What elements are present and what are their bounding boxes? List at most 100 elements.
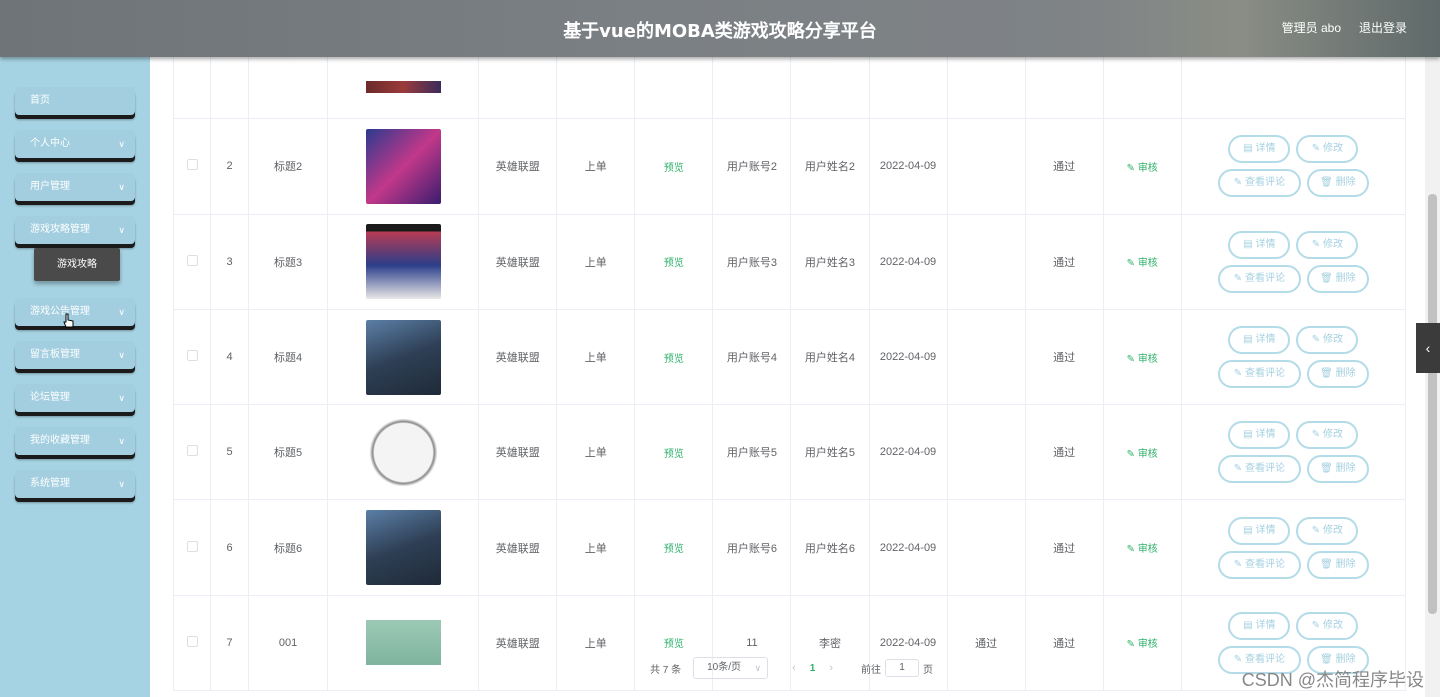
view-comments-button[interactable]: ✎ 查看评论 [1217, 264, 1301, 293]
operations-cell: ▤ 详情 ✎ 修改 ✎ 查看评论 🗑 删除 [1180, 499, 1407, 596]
preview-link[interactable]: 预览 [664, 639, 684, 650]
row-checkbox-cell [172, 308, 212, 406]
detail-button[interactable]: ▤ 详情 [1228, 421, 1291, 450]
user-name: 用户姓名4 [790, 308, 870, 406]
sidebar-item-forum-management[interactable]: 论坛管理 ∨ [15, 384, 135, 412]
sidebar: 首页 个人中心 ∨ 用户管理 ∨ 游戏攻略管理 ∨ 游戏攻略 游戏公告管理 ∨ 留言板管… [0, 57, 150, 697]
row-checkbox[interactable] [186, 254, 198, 266]
edit-icon: ✎ [1311, 238, 1323, 250]
row-checkbox[interactable] [186, 445, 198, 457]
delete-button[interactable]: 🗑 删除 [1306, 550, 1369, 579]
detail-button[interactable]: ▤ 详情 [1228, 135, 1291, 164]
delete-button[interactable]: 🗑 删除 [1306, 169, 1369, 198]
audit-cell: ✎ 审核 [1102, 594, 1182, 692]
view-comments-button[interactable]: ✎ 查看评论 [1217, 360, 1301, 389]
audit-button[interactable]: ✎ 审核 [1127, 639, 1158, 650]
document-icon: ▤ [1243, 143, 1256, 155]
sidebar-item-label: 用户管理 [30, 181, 70, 192]
audit-reply [946, 404, 1026, 501]
preview-link[interactable]: 预览 [664, 354, 684, 365]
view-comments-button[interactable]: ✎ 查看评论 [1217, 455, 1301, 484]
game-type: 英雄联盟 [478, 594, 558, 692]
page-size-value: 10条/页 [707, 662, 742, 673]
logout-link[interactable]: 退出登录 [1359, 19, 1407, 36]
row-checkbox[interactable] [186, 635, 198, 647]
edit-label: 修改 [1322, 524, 1343, 536]
audit-label: 审核 [1137, 162, 1158, 174]
view-comments-button[interactable]: ✎ 查看评论 [1217, 550, 1301, 579]
preview-link[interactable]: 预览 [664, 258, 684, 269]
preview-link[interactable]: 预览 [664, 544, 684, 555]
preview-link[interactable]: 预览 [664, 449, 684, 460]
audit-status: 通过 [1024, 308, 1104, 406]
view-comments-button[interactable]: ✎ 查看评论 [1217, 169, 1301, 198]
sidebar-item-label: 系统管理 [30, 478, 70, 489]
edit-icon: ✎ [1126, 448, 1138, 460]
row-checkbox[interactable] [186, 540, 198, 552]
edit-button[interactable]: ✎ 修改 [1296, 326, 1359, 355]
sidebar-item-user-management[interactable]: 用户管理 ∨ [15, 173, 135, 201]
sidebar-item-personal-center[interactable]: 个人中心 ∨ [15, 130, 135, 158]
sidebar-item-guide-management[interactable]: 游戏攻略管理 ∨ [15, 216, 135, 244]
row-checkbox[interactable] [186, 350, 198, 362]
sidebar-item-label: 首页 [30, 95, 50, 106]
audit-reply [946, 118, 1026, 215]
edit-button[interactable]: ✎ 修改 [1296, 611, 1359, 640]
delete-button[interactable]: 🗑 删除 [1306, 264, 1369, 293]
edit-button[interactable]: ✎ 修改 [1296, 135, 1359, 164]
goto-page-input[interactable]: 1 [885, 659, 920, 677]
sidebar-item-system-management[interactable]: 系统管理 ∨ [15, 470, 135, 498]
submenu-item-game-guide[interactable]: 游戏攻略 [34, 248, 120, 281]
page-number[interactable]: 1 [810, 663, 816, 674]
detail-label: 详情 [1255, 238, 1276, 250]
document-icon: ▤ [1243, 238, 1256, 250]
sidebar-item-announcement-management[interactable]: 游戏公告管理 ∨ [15, 298, 135, 326]
delete-label: 删除 [1335, 272, 1356, 284]
audit-button[interactable]: ✎ 审核 [1127, 258, 1158, 269]
preview-link[interactable]: 预览 [664, 163, 684, 174]
chevron-down-icon: ∨ [118, 436, 125, 446]
edit-button[interactable]: ✎ 修改 [1296, 421, 1359, 450]
preview-cell: 预览 [634, 499, 714, 596]
audit-reply [946, 308, 1026, 406]
edit-icon: ✎ [1126, 639, 1138, 651]
guide-title: 001 [248, 594, 329, 692]
audit-button[interactable]: ✎ 审核 [1127, 544, 1158, 555]
sidebar-item-message-board[interactable]: 留言板管理 ∨ [15, 341, 135, 369]
sidebar-item-home[interactable]: 首页 [15, 87, 135, 115]
audit-button[interactable]: ✎ 审核 [1127, 354, 1158, 365]
delete-button[interactable]: 🗑 删除 [1306, 360, 1369, 389]
delete-label: 删除 [1335, 653, 1356, 665]
edit-icon: ✎ [1233, 368, 1245, 380]
audit-button[interactable]: ✎ 审核 [1127, 163, 1158, 174]
audit-label: 审核 [1137, 639, 1158, 651]
prev-page-button[interactable]: ‹ [792, 662, 796, 674]
delete-button[interactable]: 🗑 删除 [1306, 455, 1369, 484]
comments-label: 查看评论 [1244, 272, 1285, 284]
trash-icon: 🗑 [1320, 272, 1336, 284]
row-checkbox[interactable] [186, 159, 198, 171]
detail-button[interactable]: ▤ 详情 [1228, 516, 1291, 545]
detail-button[interactable]: ▤ 详情 [1228, 326, 1291, 355]
detail-button[interactable]: ▤ 详情 [1228, 230, 1291, 259]
edit-button[interactable]: ✎ 修改 [1296, 230, 1359, 259]
trash-icon: 🗑 [1320, 368, 1336, 380]
sidebar-item-favorites[interactable]: 我的收藏管理 ∨ [15, 427, 135, 455]
delete-label: 删除 [1335, 177, 1356, 189]
sidebar-item-label: 游戏公告管理 [30, 306, 90, 317]
scrollbar-thumb[interactable] [1428, 194, 1437, 614]
audit-status: 通过 [1024, 404, 1104, 501]
page-scrollbar[interactable] [1425, 57, 1440, 697]
chevron-left-icon[interactable]: ‹ [1416, 323, 1440, 373]
chevron-down-icon: ∨ [118, 139, 125, 149]
publish-date: 2022-04-09 [868, 308, 948, 406]
audit-button[interactable]: ✎ 审核 [1127, 449, 1158, 460]
page-size-select[interactable]: 10条/页 ∨ [693, 657, 769, 679]
edit-icon: ✎ [1126, 258, 1138, 270]
audit-cell: ✎ 审核 [1102, 118, 1182, 215]
edit-button[interactable]: ✎ 修改 [1296, 516, 1359, 545]
next-page-button[interactable]: › [829, 662, 833, 674]
detail-button[interactable]: ▤ 详情 [1228, 611, 1291, 640]
preview-cell: 预览 [634, 213, 714, 310]
operations-cell: ▤ 详情 ✎ 修改 ✎ 查看评论 🗑 删除 [1180, 213, 1407, 310]
